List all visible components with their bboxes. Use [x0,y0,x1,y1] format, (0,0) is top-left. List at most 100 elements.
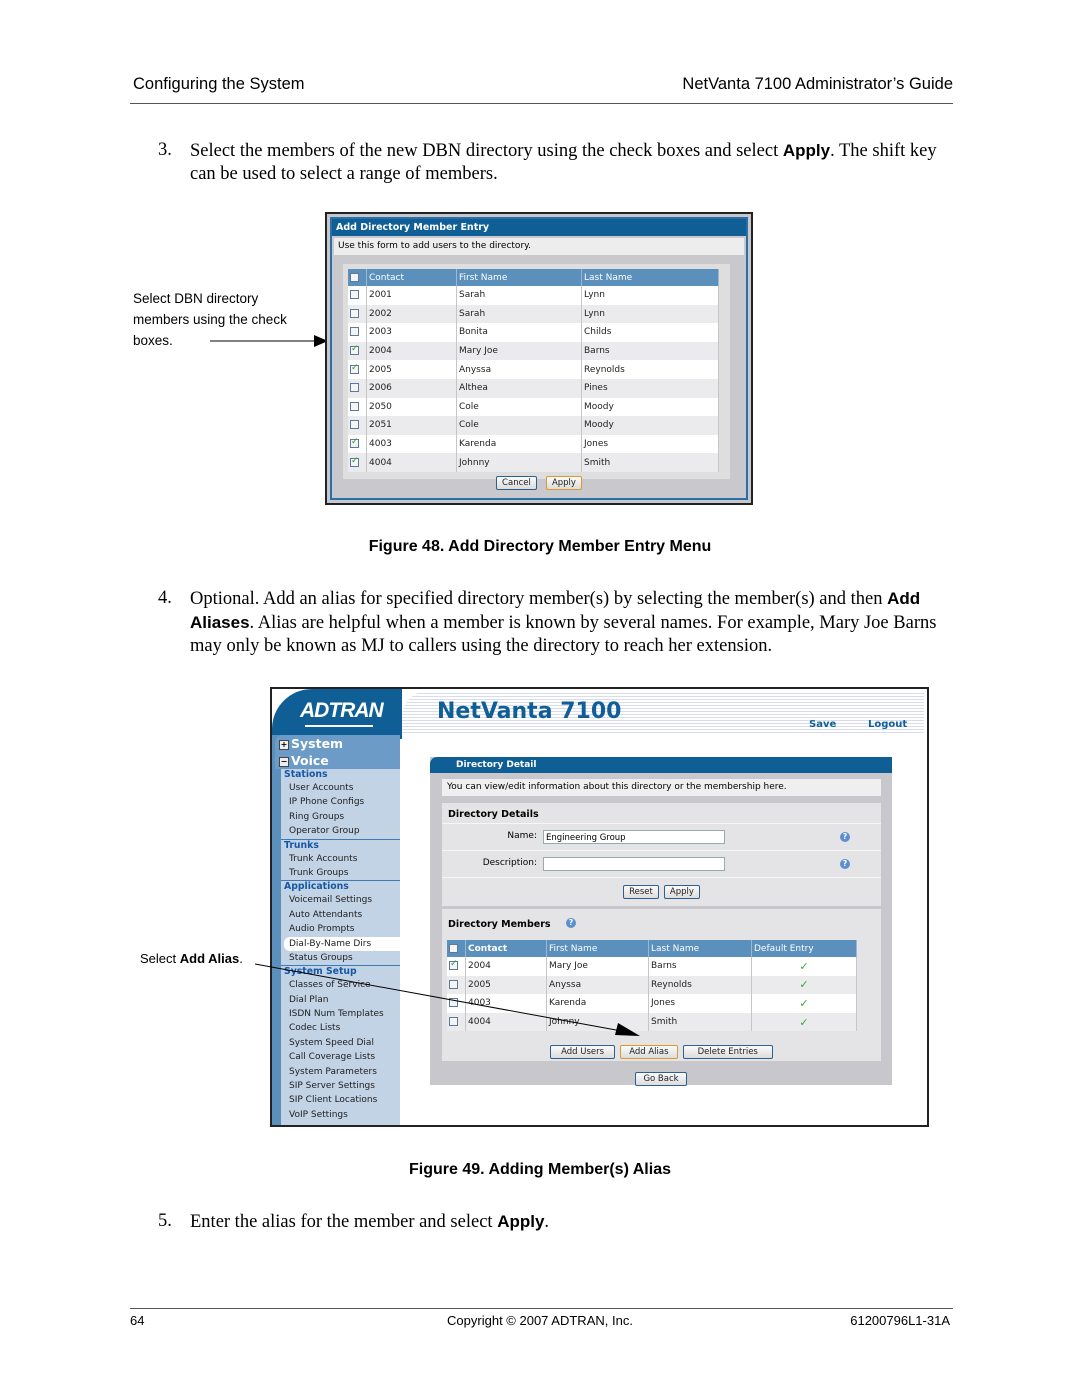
description-input[interactable] [543,857,725,871]
column-header[interactable]: First Name [546,940,649,957]
members-table-wrap: Contact First Name Last Name 2001 Sarah Ly… [343,264,730,479]
delete-entries-button[interactable]: Delete Entries [682,1045,773,1059]
last-name-cell: Reynolds [581,360,719,379]
sidebar-section-applications[interactable]: Applications [281,880,400,893]
sidebar-item-ring-groups[interactable]: Ring Groups [281,810,400,824]
column-header[interactable]: First Name [456,269,582,286]
section-title: Directory Members [448,919,551,930]
sidebar-item-dial-by-name-dirs[interactable]: Dial-By-Name Dirs [284,936,400,951]
add-directory-member-entry-screenshot: Add Directory Member Entry Use this form… [325,212,753,505]
first-name-cell: Althea [456,378,582,398]
table-row[interactable]: 2005AnyssaReynolds [348,360,719,379]
table-row[interactable]: 2050 Cole Moody [348,397,719,417]
apply-button[interactable]: Apply [663,885,700,899]
sidebar-item-auto-attendants[interactable]: Auto Attendants [281,908,400,922]
sidebar-section-trunks[interactable]: Trunks [281,838,400,852]
default-entry-check-icon: ✓ [751,1012,857,1032]
row-checkbox[interactable] [350,327,359,337]
row-checkbox[interactable] [350,420,359,430]
table-row[interactable]: 2004Mary JoeBarns [348,341,719,361]
figure49-caption: Figure 49. Adding Member(s) Alias [409,1161,671,1178]
row-checkbox[interactable] [350,308,359,318]
step-5: 5. Enter the alias for the member and se… [158,1210,958,1236]
table-row[interactable]: 2006 Althea Pines [348,378,719,398]
sidebar-item-sip-server-settings[interactable]: SIP Server Settings [281,1079,400,1093]
sidebar-item-user-accounts[interactable]: User Accounts [281,781,400,795]
sidebar-item-ip-phone-configs[interactable]: IP Phone Configs [281,795,400,809]
row-checkbox[interactable] [350,401,359,411]
contact-cell: 2003 [366,323,457,342]
sidebar-item-call-coverage-lists[interactable]: Call Coverage Lists [281,1050,400,1064]
column-header[interactable]: Contact [366,269,457,286]
sidebar-item-audio-prompts[interactable]: Audio Prompts [281,922,400,936]
table-row[interactable]: 2051 Cole Moody [348,416,719,435]
column-header[interactable]: Last Name [648,940,752,957]
sidebar-item-trunk-accounts[interactable]: Trunk Accounts [281,852,400,866]
running-header-section: Configuring the System [133,75,305,93]
reset-button[interactable]: Reset [623,885,659,899]
cancel-button[interactable]: Cancel [496,476,537,490]
column-header[interactable]: Contact [465,940,547,957]
sidebar-item-voicemail-settings[interactable]: Voicemail Settings [281,893,400,907]
first-name-cell: Mary Joe [456,341,582,361]
column-header[interactable]: Default Entry [751,940,857,957]
column-header[interactable]: Last Name [581,269,719,286]
save-link[interactable]: Save [809,719,836,730]
sidebar-item-trunk-groups[interactable]: Trunk Groups [281,866,400,880]
default-entry-check-icon: ✓ [751,994,857,1013]
default-entry-check-icon: ✓ [751,975,857,995]
select-all-checkbox[interactable] [449,943,458,953]
first-name-cell: Sarah [456,286,582,305]
sidebar-section-stations[interactable]: Stations [281,769,400,781]
row-checkbox[interactable] [350,456,359,467]
select-all-checkbox[interactable] [350,272,359,282]
first-name-cell: Cole [456,397,582,417]
row-checkbox[interactable] [350,344,359,356]
name-input[interactable]: Engineering Group [543,830,725,844]
table-row[interactable]: 2001 Sarah Lynn [348,286,719,305]
row-checkbox[interactable] [350,383,359,393]
contact-cell: 2002 [366,304,457,324]
add-users-button[interactable]: Add Users [550,1045,616,1059]
sidebar-item-sip-client-locations[interactable]: SIP Client Locations [281,1093,400,1107]
last-name-cell: Smith [648,1012,752,1032]
sidebar-item-system-parameters[interactable]: System Parameters [281,1065,400,1079]
step-text: Select the members of the new DBN direct… [190,141,937,184]
last-name-cell: Jones [648,994,752,1013]
collapse-icon: − [279,756,289,767]
sidebar-item-voip-settings[interactable]: VoIP Settings [281,1108,400,1122]
row-checkbox[interactable] [350,290,359,300]
table-row[interactable]: 2003 Bonita Childs [348,323,719,342]
step-text: Optional. Add an alias for specified dir… [190,589,937,656]
first-name-cell: Cole [456,416,582,435]
table-row[interactable]: 4003KarendaJones [348,434,719,454]
logout-link[interactable]: Logout [868,719,907,730]
members-buttons: Add Users Add Alias Delete Entries [442,1039,881,1059]
sidebar-item-operator-group[interactable]: Operator Group [281,824,400,838]
contact-cell: 2051 [366,416,457,435]
contact-cell: 2004 [366,341,457,361]
apply-button[interactable]: Apply [545,476,582,490]
add-alias-button[interactable]: Add Alias [620,1045,678,1059]
help-icon[interactable]: ? [840,859,850,869]
help-icon[interactable]: ? [840,832,850,842]
callout-arrow [255,963,640,1036]
last-name-cell: Barns [648,957,752,976]
row-checkbox[interactable] [350,363,359,374]
logo-area: ADTRAN [272,689,402,739]
last-name-cell: Moody [581,416,719,435]
step-text: Enter the alias for the member and selec… [190,1212,550,1232]
nav-system[interactable]: + System [275,735,400,752]
last-name-cell: Moody [581,397,719,417]
table-row[interactable]: 2002 Sarah Lynn [348,304,719,324]
help-icon[interactable]: ? [566,918,576,928]
figure49-callout: Select Add Alias. [140,951,243,966]
contact-cell: 2050 [366,397,457,417]
running-header-guide: NetVanta 7100 Administrator’s Guide [682,75,953,93]
nav-voice[interactable]: − Voice [275,752,400,769]
footer-rule [130,1308,953,1309]
section-title: Directory Details [448,809,539,820]
row-checkbox[interactable] [350,437,359,449]
document-number: 61200796L1-31A [850,1313,950,1328]
go-back-button[interactable]: Go Back [635,1072,687,1086]
